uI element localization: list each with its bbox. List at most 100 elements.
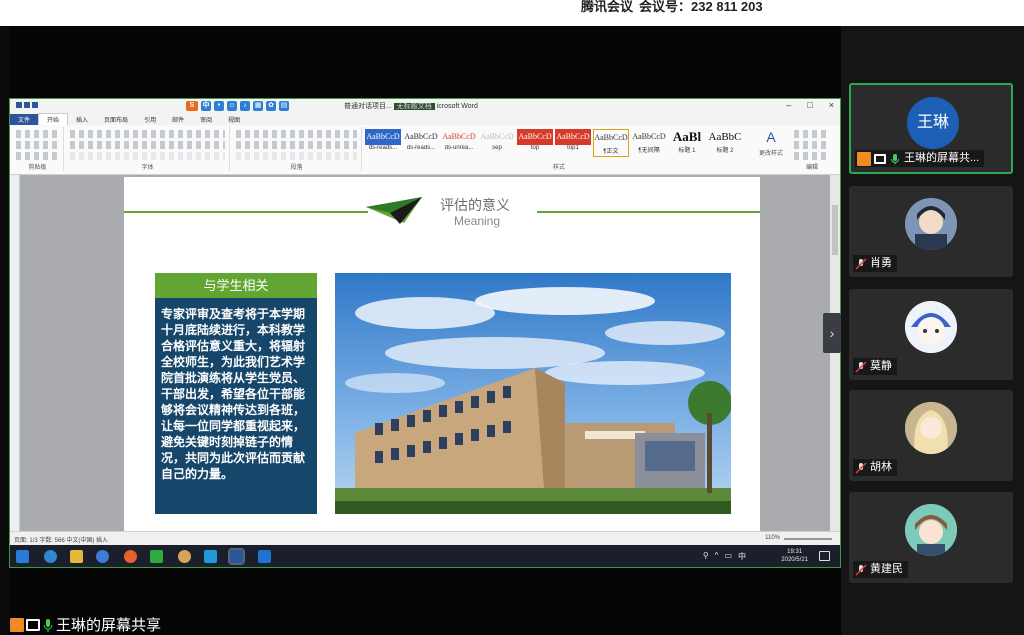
- participant-tile[interactable]: 王琳 王琳的屏幕共...: [849, 83, 1013, 174]
- collapse-panel-button[interactable]: ›: [823, 313, 841, 353]
- ime-indicator[interactable]: 中: [738, 551, 746, 562]
- styles-label: 样式: [552, 165, 565, 171]
- panel-text: 专家评审及查考将于本学期十月底陆续进行，本科教学合格评估意义重大，将辐射全校师生…: [161, 307, 306, 481]
- sogou-ime-icon[interactable]: S: [186, 101, 198, 111]
- voice-icon[interactable]: ♪: [240, 101, 250, 111]
- minimize-icon[interactable]: –: [786, 100, 791, 110]
- document-page[interactable]: 评估的意义 Meaning 与学生相关 专家评审及查考将于本学期十月底陆续进行，…: [124, 177, 760, 534]
- styles-group-label-wrap: 样式: [365, 161, 753, 171]
- section-subtitle: Meaning: [454, 214, 501, 228]
- emoji-icon[interactable]: ☺: [227, 101, 237, 111]
- clock-date: 2020/5/21: [781, 557, 808, 563]
- campus-photo: [335, 273, 731, 514]
- tab-view[interactable]: 视图: [220, 114, 248, 125]
- editing-group[interactable]: 编辑: [790, 127, 834, 171]
- meeting-info: 腾讯会议 会议号：232 811 203: [581, 0, 769, 14]
- participant-tile[interactable]: 黄建民: [849, 492, 1013, 583]
- network-icon[interactable]: ▭: [724, 551, 732, 562]
- vertical-scrollbar[interactable]: [830, 175, 840, 531]
- ime-toolbar[interactable]: S 中 • ☺ ♪ ▦ ✿ ▤: [186, 100, 289, 112]
- avatar: [905, 402, 957, 454]
- media-icon[interactable]: [204, 550, 217, 563]
- zoom-level[interactable]: 110%: [765, 535, 780, 541]
- undo-icon[interactable]: [24, 102, 30, 108]
- firefox-icon[interactable]: [124, 550, 137, 563]
- font-group[interactable]: 字体: [66, 127, 230, 171]
- app-name: icrosoft Word: [436, 103, 478, 110]
- scroll-thumb[interactable]: [832, 205, 838, 255]
- header-rule-left: [124, 211, 368, 213]
- clock-time: 19:31: [787, 549, 803, 555]
- tools-icon[interactable]: ▤: [279, 101, 289, 111]
- redo-icon[interactable]: [32, 102, 38, 108]
- style-item[interactable]: AaBl 标题 1: [669, 129, 705, 157]
- participant-name-tag: 胡林: [853, 459, 897, 476]
- meeting-top-bar: 腾讯会议 会议号：232 811 203: [0, 0, 1024, 26]
- avatar: [905, 504, 957, 556]
- styles-gallery[interactable]: AaBbCcD ds-reads... AaBbCcD ds-reads... Aa…: [365, 129, 743, 157]
- tab-file[interactable]: 文件: [10, 114, 39, 125]
- window-controls: – □ ×: [786, 100, 834, 110]
- clipboard-group[interactable]: 剪贴板: [12, 127, 64, 171]
- clipboard-label: 剪贴板: [28, 165, 47, 171]
- mic-on-icon: [43, 618, 53, 632]
- participant-tile[interactable]: 莫静: [849, 289, 1013, 380]
- ime-mode-icon[interactable]: 中: [201, 101, 211, 111]
- style-item[interactable]: AaBbCcD ¶无间隔: [631, 129, 667, 157]
- font-label: 字体: [141, 165, 154, 171]
- start-icon[interactable]: [16, 550, 29, 563]
- participant-name-tag: 莫静: [853, 358, 897, 375]
- avatar: [905, 301, 957, 353]
- meeting-id[interactable]: 232 811 203: [691, 0, 763, 14]
- participant-name: 肖勇: [870, 257, 892, 269]
- style-item[interactable]: AaBbCcD top: [517, 129, 553, 157]
- word-taskbar-icon[interactable]: [228, 548, 245, 565]
- notification-icon[interactable]: [819, 551, 830, 561]
- document-badge: 无标题文档: [393, 103, 435, 110]
- shared-screen[interactable]: S 中 • ☺ ♪ ▦ ✿ ▤ 普通对话项目... 无标题文档 icrosoft Word –…: [9, 98, 841, 568]
- tab-insert[interactable]: 插入: [68, 114, 96, 125]
- participant-name: 莫静: [870, 360, 892, 372]
- ribbon-tabs: 文件 开始 插入 页面布局 引用 邮件 审阅 视图: [10, 113, 840, 125]
- paragraph-group[interactable]: 段落: [232, 127, 362, 171]
- tab-references[interactable]: 引用: [136, 114, 164, 125]
- file-explorer-icon[interactable]: [70, 550, 83, 563]
- document-name: 普通对话项目...: [344, 103, 392, 110]
- close-icon[interactable]: ×: [829, 100, 834, 110]
- zoom-slider[interactable]: [784, 538, 832, 540]
- keyboard-icon[interactable]: ▦: [253, 101, 263, 111]
- browser-icon[interactable]: [96, 550, 109, 563]
- style-item[interactable]: AaBbCcD ds-reads...: [365, 129, 401, 157]
- people-icon[interactable]: ⚲: [703, 551, 709, 562]
- punct-icon[interactable]: •: [214, 101, 224, 111]
- tab-review[interactable]: 审阅: [192, 114, 220, 125]
- tray-up-icon[interactable]: ^: [715, 551, 719, 562]
- participant-name: 胡林: [870, 461, 892, 473]
- tab-layout[interactable]: 页面布局: [96, 114, 136, 125]
- clock[interactable]: 19:31 2020/5/21: [781, 548, 808, 564]
- style-item[interactable]: AaBbCcD ds-unrea...: [441, 129, 477, 157]
- skin-icon[interactable]: ✿: [266, 101, 276, 111]
- tab-mailings[interactable]: 邮件: [164, 114, 192, 125]
- meeting-taskbar-icon[interactable]: [258, 550, 271, 563]
- mic-muted-icon: [855, 257, 867, 270]
- save-icon[interactable]: [16, 102, 22, 108]
- editing-label: 编辑: [805, 165, 818, 171]
- maximize-icon[interactable]: □: [807, 100, 812, 110]
- tab-home[interactable]: 开始: [38, 113, 69, 125]
- style-item-selected[interactable]: AaBbCcD ¶正文: [593, 129, 629, 157]
- edge-icon[interactable]: [44, 550, 57, 563]
- style-item[interactable]: AaBbC 标题 2: [707, 129, 743, 157]
- panel-title: 与学生相关: [155, 273, 317, 298]
- style-item[interactable]: AaBbCcD sep: [479, 129, 515, 157]
- system-tray: ⚲ ^ ▭ 中: [703, 551, 746, 562]
- participant-tile[interactable]: 胡林: [849, 390, 1013, 481]
- style-item[interactable]: AaBbCcD top1: [555, 129, 591, 157]
- quick-access-toolbar[interactable]: [16, 102, 56, 110]
- participant-name: 王琳的屏幕共...: [904, 152, 980, 164]
- style-item[interactable]: AaBbCcD ds-reads...: [403, 129, 439, 157]
- wechat-icon[interactable]: [150, 550, 163, 563]
- participant-tile[interactable]: 肖勇: [849, 186, 1013, 277]
- app-icon[interactable]: [178, 550, 191, 563]
- change-styles-button[interactable]: A 更改样式: [754, 127, 788, 171]
